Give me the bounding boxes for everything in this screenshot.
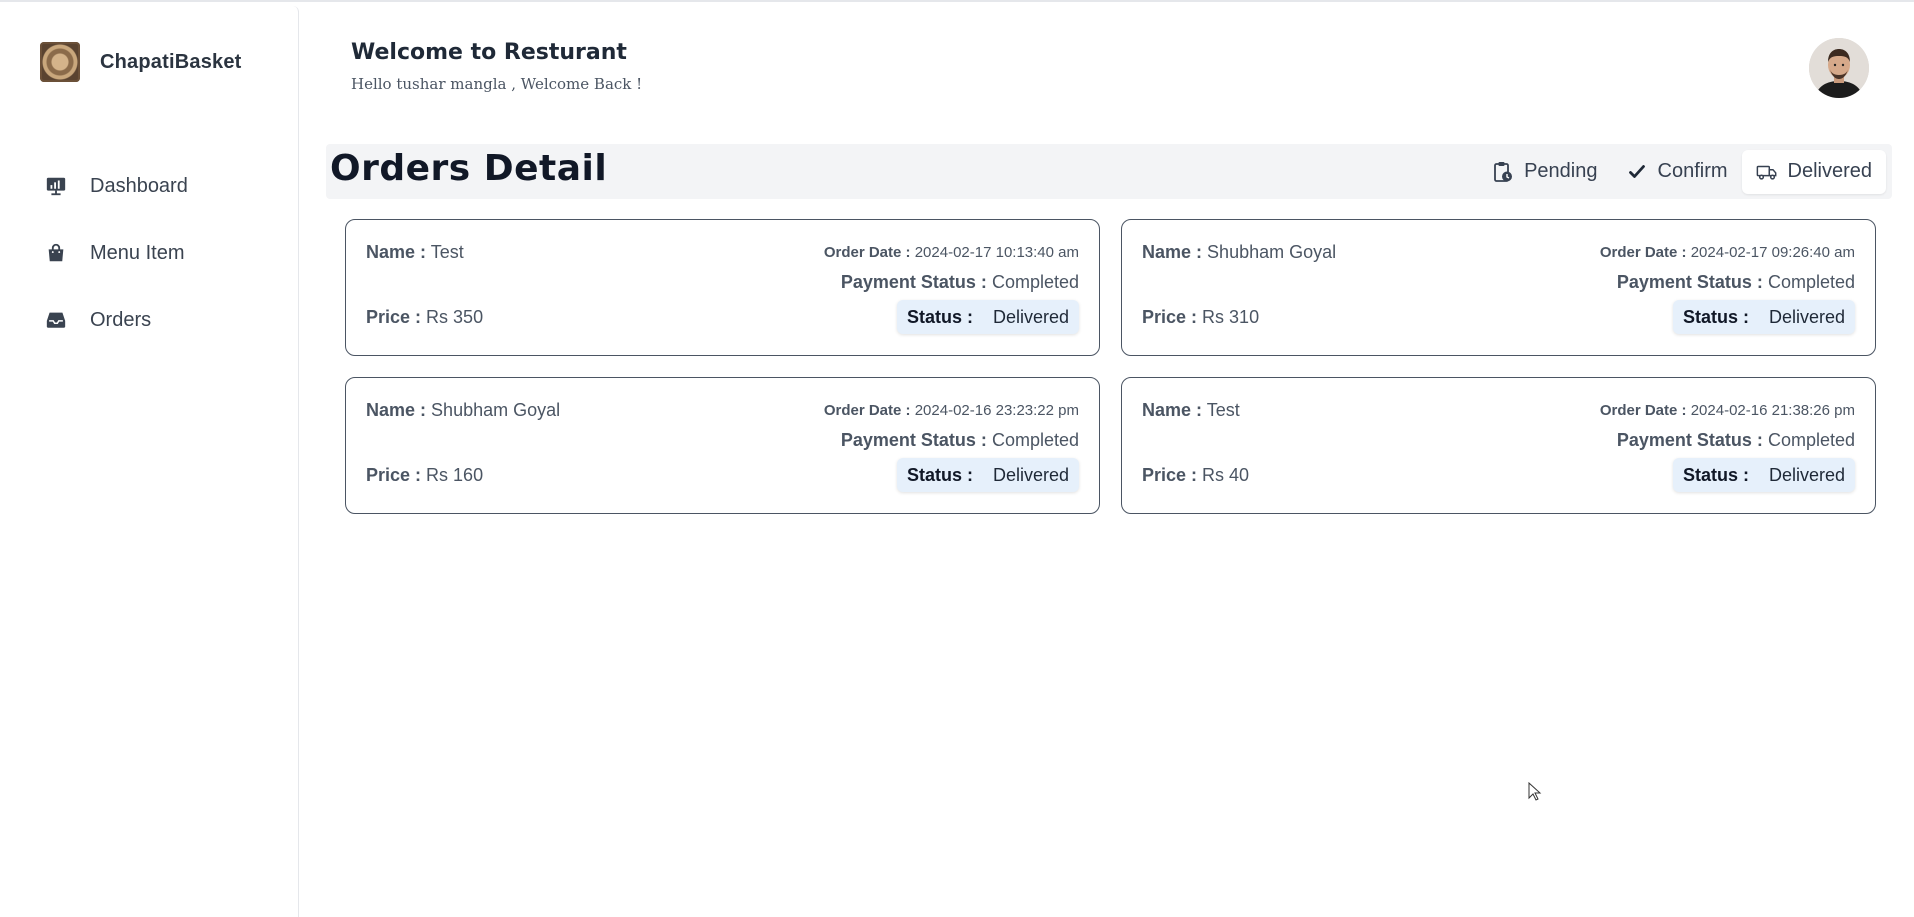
tab-confirm[interactable]: Confirm <box>1612 150 1742 194</box>
order-date: Order Date : 2024-02-17 09:26:40 am <box>1600 244 1855 261</box>
order-date-value: 2024-02-17 10:13:40 am <box>914 244 1079 261</box>
payment-status-label: Payment Status : <box>1616 430 1763 450</box>
order-card[interactable]: Name : Test Price : Rs 350 Order Date : … <box>345 219 1100 356</box>
sidebar-item-label: Menu Item <box>90 241 185 264</box>
order-date: Order Date : 2024-02-17 10:13:40 am <box>824 244 1079 261</box>
check-icon <box>1626 161 1648 183</box>
mouse-cursor-icon <box>1528 782 1542 801</box>
order-date: Order Date : 2024-02-16 21:38:26 pm <box>1600 402 1855 419</box>
order-name-value: Shubham Goyal <box>1207 242 1337 262</box>
order-date-value: 2024-02-17 09:26:40 am <box>1690 244 1855 261</box>
payment-status: Payment Status : Completed <box>841 430 1079 451</box>
payment-status-value: Completed <box>991 430 1079 450</box>
order-name-value: Test <box>1206 400 1240 420</box>
order-card[interactable]: Name : Shubham Goyal Price : Rs 160 Orde… <box>345 377 1100 514</box>
orders-header-bar: Orders Detail Pending Confirm Delivered <box>326 144 1892 199</box>
sidebar-item-label: Dashboard <box>90 174 188 197</box>
order-name-value: Test <box>430 242 464 262</box>
brand-name: ChapatiBasket <box>100 50 242 73</box>
status-label: Status : <box>906 464 973 485</box>
sidebar-item-dashboard[interactable]: Dashboard <box>44 164 188 208</box>
order-name-label: Name : <box>1142 242 1203 262</box>
order-name-label: Name : <box>1142 400 1203 420</box>
tab-label: Pending <box>1524 160 1598 182</box>
order-name: Name : Test <box>366 242 464 263</box>
order-price-label: Price : <box>366 465 422 485</box>
order-status-tabs: Pending Confirm Delivered <box>1478 144 1892 199</box>
tab-label: Delivered <box>1787 160 1872 182</box>
order-name-value: Shubham Goyal <box>431 400 561 420</box>
status-badge: Status : Delivered <box>896 458 1079 492</box>
dashboard-icon <box>44 174 68 198</box>
order-price-label: Price : <box>366 307 422 327</box>
user-avatar-icon <box>1809 38 1869 98</box>
brand-logo <box>40 42 80 82</box>
order-name-label: Name : <box>366 242 427 262</box>
order-name: Name : Shubham Goyal <box>1142 242 1336 263</box>
order-price-label: Price : <box>1142 465 1198 485</box>
payment-status-label: Payment Status : <box>840 272 987 292</box>
status-value: Delivered <box>1768 306 1845 327</box>
payment-status-label: Payment Status : <box>840 430 987 450</box>
order-date-value: 2024-02-16 21:38:26 pm <box>1690 402 1855 419</box>
order-date: Order Date : 2024-02-16 23:23:22 pm <box>824 402 1079 419</box>
status-value: Delivered <box>1768 464 1845 485</box>
order-date-value: 2024-02-16 23:23:22 pm <box>914 402 1079 419</box>
clipboard-clock-icon <box>1492 161 1514 183</box>
order-card[interactable]: Name : Test Price : Rs 40 Order Date : 2… <box>1121 377 1876 514</box>
tab-label: Confirm <box>1657 160 1728 182</box>
status-label: Status : <box>1682 464 1749 485</box>
order-date-label: Order Date : <box>1599 402 1687 419</box>
payment-status-label: Payment Status : <box>1616 272 1763 292</box>
status-label: Status : <box>906 306 973 327</box>
payment-status-value: Completed <box>991 272 1079 292</box>
status-value: Delivered <box>992 306 1069 327</box>
order-price-value: Rs 40 <box>1202 465 1250 485</box>
inbox-icon <box>44 308 68 332</box>
orders-title: Orders Detail <box>330 148 608 189</box>
page-title: Welcome to Resturant <box>351 40 627 65</box>
sidebar-item-orders[interactable]: Orders <box>44 298 188 342</box>
order-date-label: Order Date : <box>1599 244 1687 261</box>
payment-status-value: Completed <box>1767 430 1855 450</box>
order-price: Price : Rs 40 <box>1142 465 1249 486</box>
order-card[interactable]: Name : Shubham Goyal Price : Rs 310 Orde… <box>1121 219 1876 356</box>
order-date-label: Order Date : <box>823 402 911 419</box>
order-name: Name : Shubham Goyal <box>366 400 560 421</box>
payment-status: Payment Status : Completed <box>1617 430 1855 451</box>
sidebar-item-menu-item[interactable]: Menu Item <box>44 231 188 275</box>
order-price-value: Rs 160 <box>426 465 484 485</box>
top-divider <box>0 0 1914 2</box>
payment-status: Payment Status : Completed <box>1617 272 1855 293</box>
order-name: Name : Test <box>1142 400 1240 421</box>
tab-delivered[interactable]: Delivered <box>1741 149 1886 194</box>
payment-status-value: Completed <box>1767 272 1855 292</box>
status-badge: Status : Delivered <box>1672 300 1855 334</box>
sidebar: ChapatiBasket Dashboard Menu Item Orders <box>0 6 299 917</box>
status-badge: Status : Delivered <box>896 300 1079 334</box>
order-price: Price : Rs 350 <box>366 307 483 328</box>
shopping-bag-icon <box>44 241 68 265</box>
order-name-label: Name : <box>366 400 427 420</box>
order-price: Price : Rs 160 <box>366 465 483 486</box>
status-label: Status : <box>1682 306 1749 327</box>
order-date-label: Order Date : <box>823 244 911 261</box>
status-badge: Status : Delivered <box>1672 458 1855 492</box>
brand[interactable]: ChapatiBasket <box>40 42 242 82</box>
sidebar-nav: Dashboard Menu Item Orders <box>44 164 188 365</box>
welcome-message: Hello tushar mangla , Welcome Back ! <box>351 75 643 93</box>
order-price-value: Rs 310 <box>1202 307 1260 327</box>
tab-pending[interactable]: Pending <box>1478 150 1611 194</box>
order-price: Price : Rs 310 <box>1142 307 1259 328</box>
status-value: Delivered <box>992 464 1069 485</box>
sidebar-item-label: Orders <box>90 308 152 331</box>
order-price-label: Price : <box>1142 307 1198 327</box>
payment-status: Payment Status : Completed <box>841 272 1079 293</box>
avatar[interactable] <box>1809 38 1869 98</box>
truck-icon <box>1756 161 1778 183</box>
order-price-value: Rs 350 <box>426 307 484 327</box>
order-cards-grid: Name : Test Price : Rs 350 Order Date : … <box>345 219 1876 514</box>
